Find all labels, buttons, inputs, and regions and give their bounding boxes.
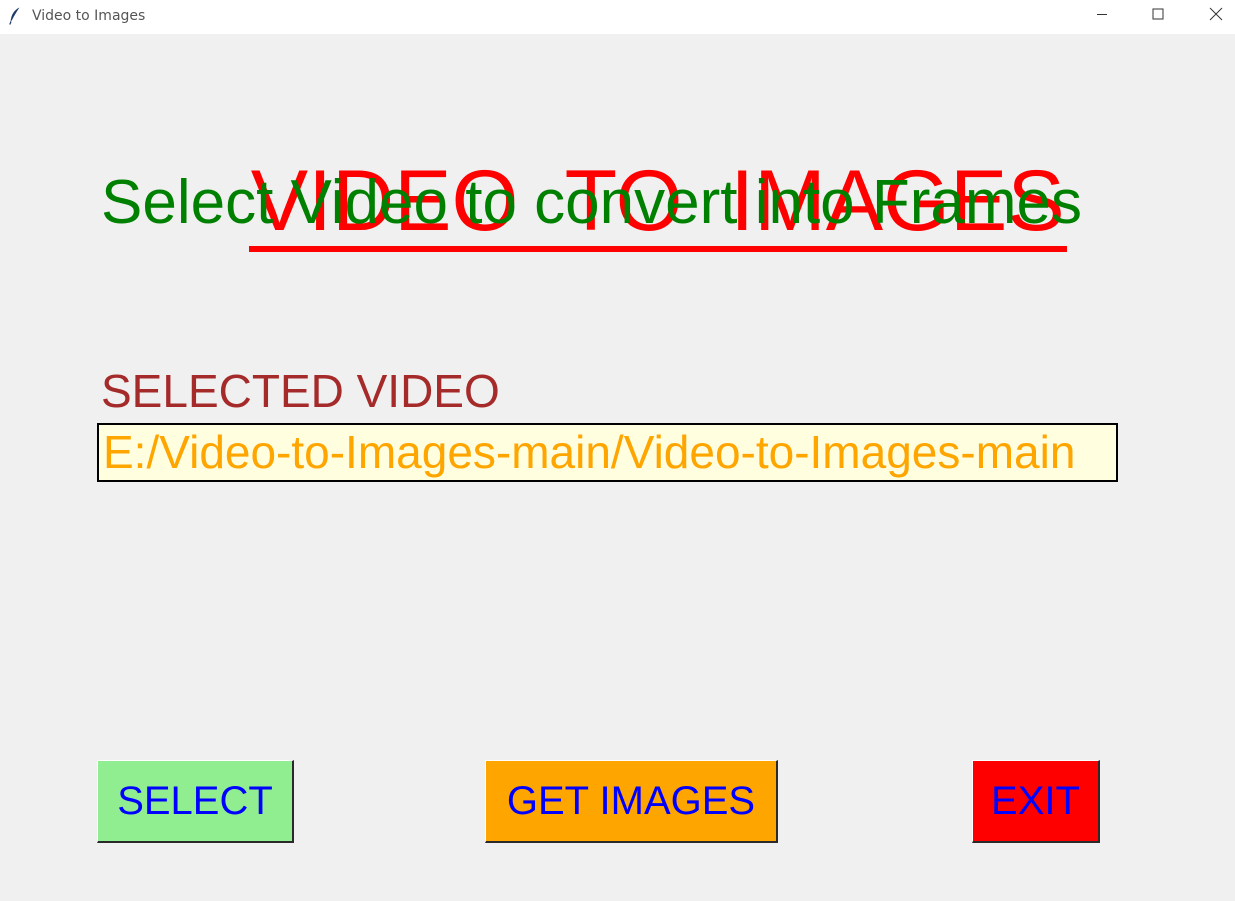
select-button[interactable]: SELECT <box>97 760 294 843</box>
minimize-icon <box>1096 7 1108 25</box>
get-images-button[interactable]: GET IMAGES <box>485 760 778 843</box>
app-window: Video to Images VIDEO TO IMAGES Select V… <box>0 0 1235 901</box>
subtitle: Select Video to convert into Frames <box>101 168 1083 237</box>
selected-video-label: SELECTED VIDEO <box>101 365 500 417</box>
exit-button[interactable]: EXIT <box>972 760 1100 843</box>
close-icon <box>1209 7 1223 26</box>
selected-video-path-field[interactable] <box>97 423 1118 482</box>
title-bar: Video to Images <box>0 0 1235 34</box>
feather-icon <box>9 7 21 25</box>
maximize-button[interactable] <box>1135 0 1181 32</box>
maximize-icon <box>1152 7 1164 25</box>
close-button[interactable] <box>1193 0 1235 32</box>
window-title: Video to Images <box>32 8 146 24</box>
minimize-button[interactable] <box>1079 0 1125 32</box>
